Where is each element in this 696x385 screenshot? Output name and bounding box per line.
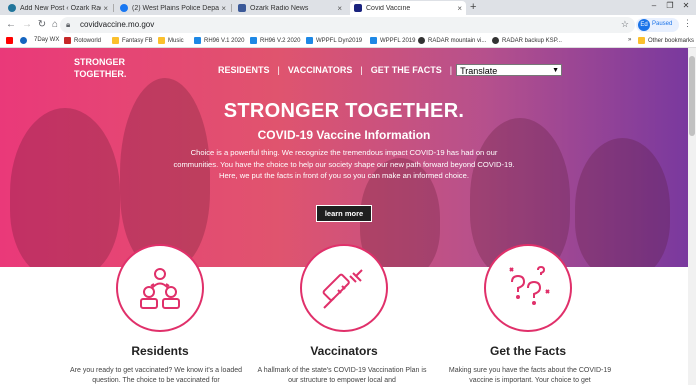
flag-icon (370, 37, 377, 44)
site-logo[interactable]: STRONGER TOGETHER. (74, 56, 144, 80)
wordpress-icon (8, 4, 16, 12)
question-marks-icon (509, 265, 550, 305)
avatar: Ed (638, 19, 650, 31)
tab-strip: Add New Post ‹ Ozark Radio Ne × (2) West… (0, 0, 696, 15)
reload-icon[interactable]: ↻ (35, 17, 49, 33)
folder-icon (112, 37, 119, 44)
web-page: STRONGER TOGETHER. RESIDENTS | VACCINATO… (0, 48, 688, 385)
main-nav: RESIDENTS | VACCINATORS | GET THE FACTS … (218, 64, 563, 76)
bookmarks-overflow-icon[interactable]: » (628, 37, 631, 43)
ozark-radio-icon (238, 4, 246, 12)
back-icon[interactable]: ← (4, 17, 18, 33)
radar-icon (418, 37, 425, 44)
maximize-icon[interactable]: ❐ (662, 0, 678, 12)
bookmark-folder[interactable]: Music (158, 37, 184, 44)
nav-vaccinators[interactable]: VACCINATORS (288, 65, 353, 75)
flag-icon (250, 37, 257, 44)
radar-icon (492, 37, 499, 44)
page-scrollbar[interactable] (688, 48, 696, 385)
flag-icon (306, 37, 313, 44)
close-icon[interactable]: × (457, 4, 462, 13)
nav-residents[interactable]: RESIDENTS (218, 65, 270, 75)
vaccinators-title: Vaccinators (310, 344, 378, 358)
forward-icon[interactable]: → (20, 17, 34, 33)
bookmark-folder[interactable]: Fantasy FB (112, 37, 153, 44)
bookmark-item[interactable]: 7Day WX (34, 37, 59, 43)
tab-ozark-radio[interactable]: Ozark Radio News × (234, 1, 346, 15)
vaccinators-text: A hallmark of the state's COVID-19 Vacci… (257, 367, 427, 384)
youtube-icon (6, 37, 13, 44)
profile-button[interactable]: Ed Paused (636, 18, 679, 32)
bookmark-item[interactable]: Rotoworld (64, 37, 101, 44)
address-bar[interactable]: 🔒︎ covidvaccine.mo.gov ☆ (60, 17, 635, 33)
close-icon[interactable]: × (103, 4, 108, 13)
profile-status: Paused (652, 21, 673, 27)
folder-icon (638, 37, 645, 44)
translate-select[interactable]: Translate ▼ (456, 64, 563, 76)
url-text: covidvaccine.mo.gov (80, 20, 155, 29)
bookmark-other[interactable]: Other bookmarks (638, 37, 694, 44)
folder-icon (158, 37, 165, 44)
residents-title: Residents (131, 344, 189, 358)
minimize-icon[interactable]: – (646, 0, 662, 12)
tab-title: Covid Vaccine (366, 4, 411, 12)
syringe-icon (322, 269, 363, 309)
bookmark-item[interactable]: RADAR backup KSP... (492, 37, 562, 44)
menu-icon[interactable]: ⋮ (683, 18, 692, 29)
bookmark-blue[interactable] (20, 37, 30, 44)
close-icon[interactable]: × (221, 4, 226, 13)
nav-separator: | (360, 65, 363, 75)
nav-separator: | (449, 65, 453, 75)
flag-icon (194, 37, 201, 44)
bookmark-item[interactable]: RH96 V.1 2020 (194, 37, 244, 44)
chevron-down-icon: ▼ (552, 67, 560, 74)
bookmark-item[interactable]: WPPFL 2019 (370, 37, 415, 44)
get-the-facts-circle[interactable] (484, 244, 572, 332)
get-the-facts-title: Get the Facts (489, 344, 567, 358)
covid-vaccine-icon (354, 4, 362, 12)
nav-get-the-facts[interactable]: GET THE FACTS (371, 65, 442, 75)
hero-body: Choice is a powerful thing. We recognize… (173, 148, 515, 180)
tab-title: Add New Post ‹ Ozark Radio Ne (20, 4, 101, 12)
tab-title: Ozark Radio News (250, 4, 309, 12)
hero-banner: STRONGER TOGETHER. RESIDENTS | VACCINATO… (0, 48, 688, 267)
hero-photo-person (575, 138, 670, 267)
rotoworld-icon (64, 37, 71, 44)
learn-more-button[interactable]: learn more (316, 205, 372, 222)
bookmarks-bar: 7Day WX Rotoworld Fantasy FB Music RH96 … (0, 35, 696, 48)
facebook-icon (120, 4, 128, 12)
bookmark-item[interactable]: RH96 V.2 2020 (250, 37, 300, 44)
weather-icon (20, 37, 27, 44)
residents-circle[interactable] (116, 244, 204, 332)
scrollbar-thumb[interactable] (689, 56, 695, 136)
close-icon[interactable]: × (337, 4, 342, 13)
bookmark-star-icon[interactable]: ☆ (621, 19, 629, 30)
lock-icon: 🔒︎ (66, 20, 71, 29)
get-the-facts-text: Making sure you have the facts about the… (448, 367, 612, 384)
vaccinators-circle[interactable] (300, 244, 388, 332)
close-window-icon[interactable]: ✕ (678, 0, 694, 12)
hero-subtitle: COVID-19 Vaccine Information (257, 128, 431, 142)
hero-title: STRONGER TOGETHER. (223, 100, 465, 122)
browser-toolbar: ← → ↻ ⌂ 🔒︎ covidvaccine.mo.gov ☆ Ed Paus… (0, 15, 696, 35)
tab-title: (2) West Plains Police Departme (132, 4, 220, 12)
new-tab-button[interactable]: + (470, 1, 476, 13)
bookmark-item[interactable]: RADAR mountain vi... (418, 37, 486, 44)
residents-text: Are you ready to get vaccinated? We know… (69, 367, 243, 384)
tab-covid-vaccine[interactable]: Covid Vaccine × (350, 1, 466, 15)
tab-wordpress[interactable]: Add New Post ‹ Ozark Radio Ne × (4, 1, 112, 15)
people-icon (140, 268, 180, 309)
nav-separator: | (277, 65, 280, 75)
bookmark-item[interactable]: WPPFL Dyn2019 (306, 37, 362, 44)
tab-facebook[interactable]: (2) West Plains Police Departme × (116, 1, 230, 15)
bookmark-youtube[interactable] (6, 37, 16, 44)
translate-label: Translate (460, 66, 498, 76)
